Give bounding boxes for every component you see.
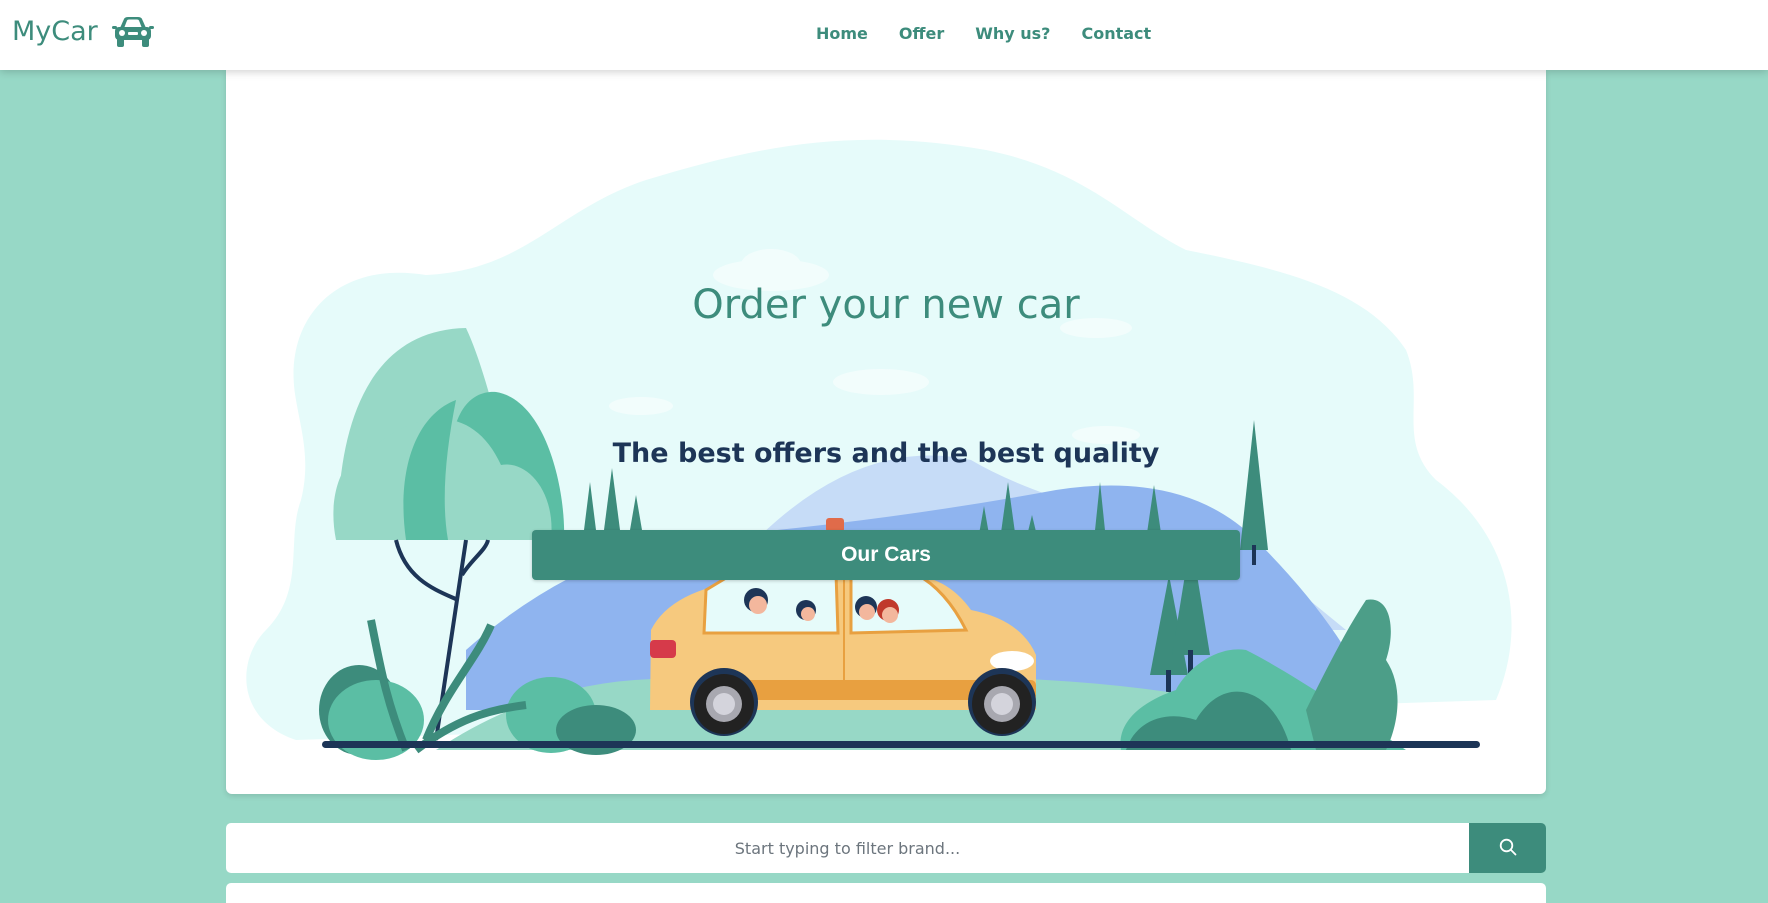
next-section-card — [226, 883, 1546, 903]
nav-links: Home Offer Why us? Contact — [816, 24, 1182, 43]
hero-card: Order your new car The best offers and t… — [226, 70, 1546, 794]
brand-link[interactable]: MyCar — [12, 14, 154, 48]
hero-subtitle: The best offers and the best quality — [612, 438, 1160, 469]
car-icon — [111, 14, 154, 48]
family-road-trip-illustration — [246, 139, 1512, 760]
search-bar — [226, 823, 1546, 873]
search-icon — [1499, 838, 1517, 859]
nav-link-why-us[interactable]: Why us? — [975, 24, 1050, 43]
nav-link-contact[interactable]: Contact — [1081, 24, 1151, 43]
nav-link-offer[interactable]: Offer — [899, 24, 944, 43]
brand-name: MyCar — [12, 15, 98, 47]
brand-filter-input[interactable] — [226, 823, 1469, 873]
search-button[interactable] — [1469, 823, 1546, 873]
nav-link-home[interactable]: Home — [816, 24, 868, 43]
navbar: MyCar Home Offer Why us? Contact — [0, 0, 1768, 70]
our-cars-button[interactable]: Our Cars — [532, 530, 1240, 580]
hero-title: Order your new car — [692, 282, 1080, 328]
